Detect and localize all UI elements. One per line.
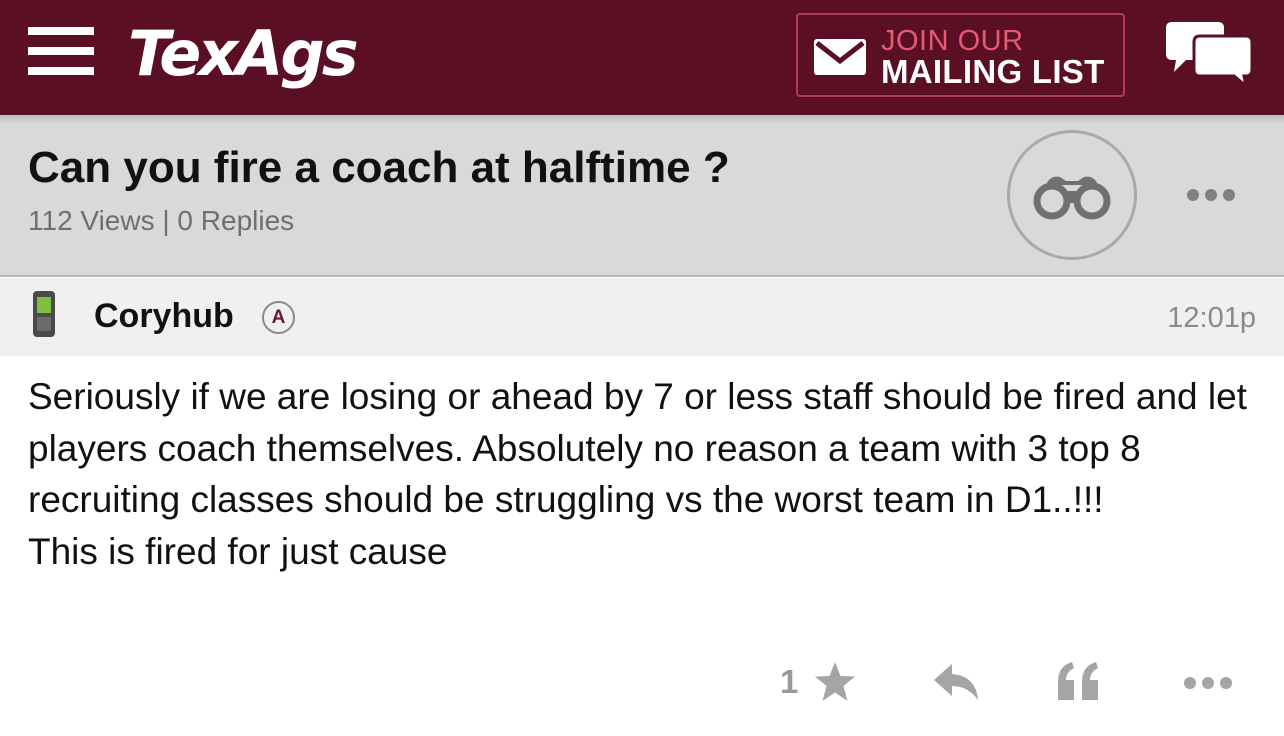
menu-icon[interactable] bbox=[28, 27, 94, 75]
page: TexAgs JOIN OUR MAILING LIST Can you fir… bbox=[0, 0, 1284, 736]
top-header: TexAgs JOIN OUR MAILING LIST bbox=[0, 0, 1284, 115]
star-icon[interactable] bbox=[813, 660, 857, 704]
post-username[interactable]: Coryhub bbox=[94, 296, 234, 336]
site-logo[interactable]: TexAgs bbox=[128, 14, 359, 94]
mail-icon bbox=[814, 39, 866, 75]
binoculars-icon bbox=[1033, 176, 1111, 220]
reply-icon[interactable] bbox=[932, 662, 980, 702]
user-badge: A bbox=[262, 301, 295, 334]
post-time: 12:01p bbox=[1167, 302, 1256, 334]
thread-stats: 112 Views | 0 Replies bbox=[28, 205, 295, 236]
mailing-line1: JOIN OUR bbox=[881, 25, 1024, 57]
post-more-icon[interactable] bbox=[1183, 676, 1233, 690]
phone-icon bbox=[33, 291, 55, 337]
quote-icon[interactable] bbox=[1054, 660, 1102, 702]
post-body: Seriously if we are losing or ahead by 7… bbox=[28, 376, 1247, 572]
chat-icon[interactable] bbox=[1164, 18, 1254, 88]
join-mailing-list-button[interactable]: JOIN OUR MAILING LIST bbox=[796, 13, 1125, 97]
mailing-line2: MAILING LIST bbox=[881, 53, 1105, 90]
thread-title: Can you fire a coach at halftime ? bbox=[28, 143, 730, 192]
like-count: 1 bbox=[780, 663, 799, 700]
more-options-icon[interactable] bbox=[1186, 188, 1236, 202]
watch-thread-button[interactable] bbox=[1007, 130, 1137, 260]
